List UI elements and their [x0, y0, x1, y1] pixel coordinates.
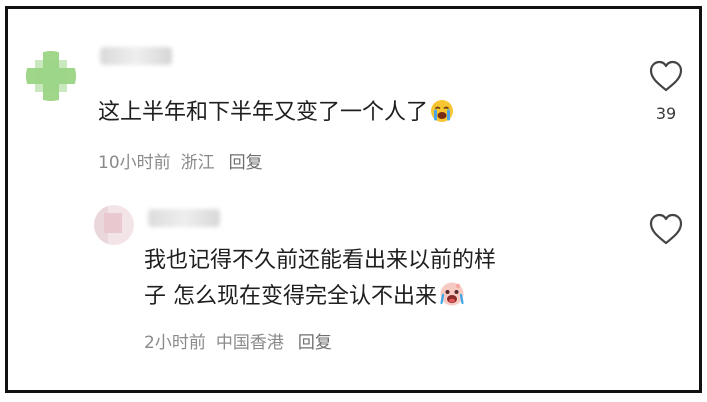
like-button[interactable] [648, 59, 684, 97]
loudly-crying-icon [430, 99, 454, 123]
like-count: 39 [655, 104, 677, 123]
comment-time: 10小时前 [98, 153, 171, 173]
comment-panel: 这上半年和下半年又变了一个人了 10小时前 浙江 回复 39 我也记得不久前还能… [5, 6, 702, 393]
reply-username[interactable] [148, 209, 220, 227]
reply-button[interactable]: 回复 [229, 153, 263, 173]
reply-reply-button[interactable]: 回复 [298, 333, 332, 353]
reply-text: 我也记得不久前还能看出来以前的样 子 怎么现在变得完全认不出来 [144, 245, 496, 313]
reply-time: 2小时前 [144, 333, 206, 353]
heart-icon [649, 60, 683, 92]
username[interactable] [100, 47, 172, 65]
reply-line-2: 子 怎么现在变得完全认不出来 [144, 284, 437, 309]
reply-like-button[interactable] [648, 212, 684, 250]
heart-icon [649, 213, 683, 245]
comment-body: 这上半年和下半年又变了一个人了 [98, 100, 429, 125]
comment-text: 这上半年和下半年又变了一个人了 [98, 97, 454, 129]
crying-face-icon [439, 281, 464, 306]
avatar[interactable] [26, 51, 76, 101]
reply-location: 中国香港 [215, 333, 284, 353]
reply-line-1: 我也记得不久前还能看出来以前的样 [144, 248, 497, 273]
comment-meta: 10小时前 浙江 回复 [98, 152, 273, 174]
reply-avatar[interactable] [94, 205, 134, 245]
reply-meta: 2小时前 中国香港 回复 [144, 332, 342, 354]
comment-location: 浙江 [180, 153, 215, 173]
